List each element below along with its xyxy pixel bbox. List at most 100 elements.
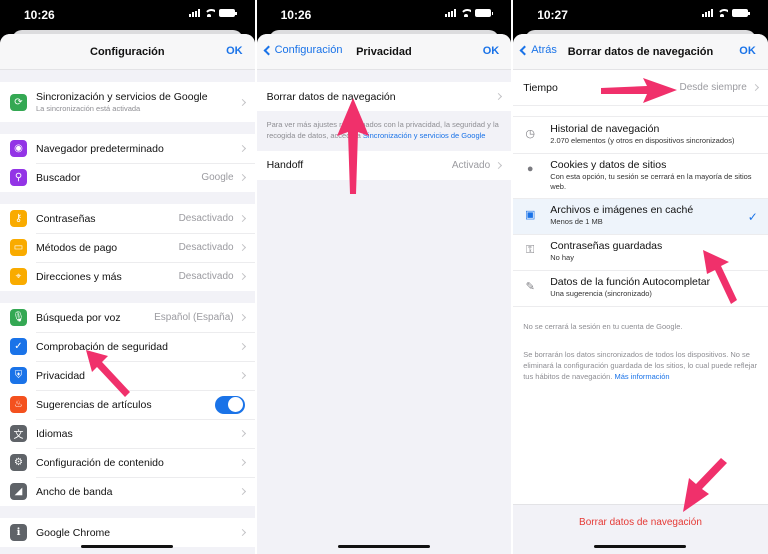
chevron-right-icon <box>238 458 246 467</box>
back-button[interactable]: Atrás <box>519 44 557 56</box>
battery-icon <box>475 9 494 17</box>
ok-button[interactable]: OK <box>739 45 756 57</box>
data-type-item[interactable]: ▣ Archivos e imágenes en caché Menos de 1 … <box>513 198 768 235</box>
data-type-label: Historial de navegación <box>550 123 660 135</box>
chevron-right-icon <box>238 487 246 496</box>
info-icon: ℹ <box>10 524 27 541</box>
signal-icon <box>445 9 457 17</box>
data-type-detail: Menos de 1 MB <box>550 217 603 227</box>
status-bar: 10:26 <box>0 0 255 30</box>
chevron-right-icon <box>238 342 246 351</box>
data-type-list: ◷ Historial de navegación 2.070 elementos … <box>513 116 768 307</box>
privacy-sheet: Configuración Privacidad OK Borrar datos… <box>256 34 512 554</box>
settings-row-label: Sugerencias de artículos <box>36 398 152 411</box>
settings-row-label: Comprobación de seguridad <box>36 340 168 353</box>
settings-row[interactable]: ✓ Comprobación de seguridad <box>0 332 255 361</box>
status-time: 10:26 <box>24 8 55 22</box>
data-type-item[interactable]: ✎ Datos de la función Autocompletar Una su… <box>513 270 768 307</box>
settings-group: ◉ Navegador predeterminado ⚲ Buscador Google <box>0 134 255 192</box>
chevron-right-icon <box>238 98 246 106</box>
phone-settings: 10:26 Configuración OK ⟳ Sincronización y… <box>0 0 255 554</box>
data-type-detail: No hay <box>550 253 574 263</box>
history-icon: ◷ <box>525 128 535 140</box>
settings-row[interactable]: ♨ Sugerencias de artículos <box>0 390 255 419</box>
settings-row-value: Español (España) <box>154 312 234 323</box>
settings-row-label: Métodos de pago <box>36 241 118 254</box>
status-bar: 10:26 <box>257 0 512 30</box>
settings-row[interactable]: ⌖ Direcciones y más Desactivado <box>0 262 255 291</box>
settings-row[interactable]: ▭ Métodos de pago Desactivado <box>0 233 255 262</box>
settings-row-label: Buscador <box>36 171 81 184</box>
battery-icon <box>218 9 237 17</box>
settings-row[interactable]: ⛨ Privacidad <box>0 361 255 390</box>
home-indicator <box>337 545 430 548</box>
handoff-row[interactable]: Handoff Activado <box>256 150 512 180</box>
info-section: No se cerrará la sesión en tu cuenta de … <box>513 306 768 395</box>
data-type-item[interactable]: ◷ Historial de navegación 2.070 elementos … <box>513 117 768 153</box>
phone-privacy: 10:26 Configuración Privacidad OK Borrar… <box>256 0 512 554</box>
data-type-detail: Una sugerencia (sincronizado) <box>550 289 652 299</box>
autofill-wand-icon: ✎ <box>525 281 535 294</box>
chevron-right-icon <box>238 313 246 322</box>
cookie-icon: ● <box>526 163 534 175</box>
gear-icon: ⚙ <box>10 454 27 471</box>
ok-button[interactable]: OK <box>483 45 500 57</box>
time-range-value: Desde siempre <box>679 82 747 93</box>
key-icon: ⚿ <box>526 244 535 257</box>
nav-bar: Configuración Privacidad OK <box>256 34 512 70</box>
settings-row[interactable]: ⚙ Configuración de contenido <box>0 448 255 477</box>
settings-row[interactable]: 文 Idiomas <box>0 419 255 448</box>
home-indicator <box>81 545 174 548</box>
bandwidth-icon: ◢ <box>10 483 27 500</box>
clear-browsing-data-button[interactable]: Borrar datos de navegación <box>579 517 702 528</box>
data-type-text: Historial de navegación 2.070 elementos (… <box>550 123 758 146</box>
nav-bar: Configuración OK <box>0 34 255 70</box>
settings-row-label: Idiomas <box>36 427 73 440</box>
wifi-icon <box>203 9 215 17</box>
settings-row-label: Contraseñas <box>36 212 96 225</box>
chevron-right-icon <box>238 243 246 252</box>
card-icon: ▭ <box>10 239 27 256</box>
signout-note: No se cerrará la sesión en tu cuenta de … <box>523 322 683 332</box>
settings-row-label: Navegador predeterminado <box>36 142 164 155</box>
settings-row-label: Ancho de banda <box>36 485 113 498</box>
settings-row-label: Privacidad <box>36 369 86 382</box>
ok-button[interactable]: OK <box>226 45 243 57</box>
settings-row[interactable]: ℹ Google Chrome <box>0 518 255 547</box>
settings-row[interactable]: ⚲ Buscador Google <box>0 163 255 192</box>
sync-services-link[interactable]: Sincronización y servicios de Google <box>363 131 486 140</box>
home-indicator <box>594 545 687 548</box>
key-icon: ⚷ <box>10 210 27 227</box>
handoff-value: Activado <box>451 159 491 171</box>
status-time: 10:27 <box>537 8 568 22</box>
settings-row[interactable]: ◢ Ancho de banda <box>0 477 255 506</box>
time-range-row[interactable]: Tiempo Desde siempre <box>513 70 768 106</box>
more-info-link[interactable]: Más información <box>615 372 670 381</box>
settings-row-label: Direcciones y más <box>36 270 122 283</box>
settings-group: ℹ Google Chrome <box>0 518 255 547</box>
mic-icon: 🎙 <box>10 309 27 326</box>
data-type-detail: 2.070 elementos (y otros en dispositivos… <box>550 136 735 145</box>
settings-row[interactable]: ⚷ Contraseñas Desactivado <box>0 204 255 233</box>
data-type-text: Cookies y datos de sitios Con esta opción… <box>550 159 758 192</box>
settings-row[interactable]: ⟳ Sincronización y servicios de Google La … <box>0 82 255 122</box>
chevron-left-icon <box>263 45 274 55</box>
translate-icon: 文 <box>10 425 27 442</box>
settings-sheet: Configuración OK ⟳ Sincronización y servi… <box>0 34 255 554</box>
bottom-toolbar: Borrar datos de navegación <box>513 504 768 554</box>
data-type-text: Archivos e imágenes en caché Menos de 1 M… <box>550 204 748 227</box>
back-button[interactable]: Configuración <box>263 44 342 56</box>
clear-browsing-data-label: Borrar datos de navegación <box>266 90 396 103</box>
article-suggestions-toggle[interactable] <box>214 395 245 414</box>
clear-browsing-data-row[interactable]: Borrar datos de navegación <box>256 82 512 111</box>
data-type-item[interactable]: ● Cookies y datos de sitios Con esta opció… <box>513 153 768 199</box>
settings-row[interactable]: 🎙 Búsqueda por voz Español (España) <box>0 303 255 332</box>
settings-row-label: Configuración de contenido <box>36 456 164 469</box>
settings-row[interactable]: ◉ Navegador predeterminado <box>0 134 255 163</box>
settings-row-value: Desactivado <box>178 213 234 224</box>
data-type-item[interactable]: ⚿ Contraseñas guardadas No hay <box>513 234 768 271</box>
chevron-right-icon <box>238 214 246 223</box>
settings-row-label: Google Chrome <box>36 526 111 539</box>
chevron-left-icon <box>519 45 530 55</box>
page-title: Borrar datos de navegación <box>567 45 714 58</box>
